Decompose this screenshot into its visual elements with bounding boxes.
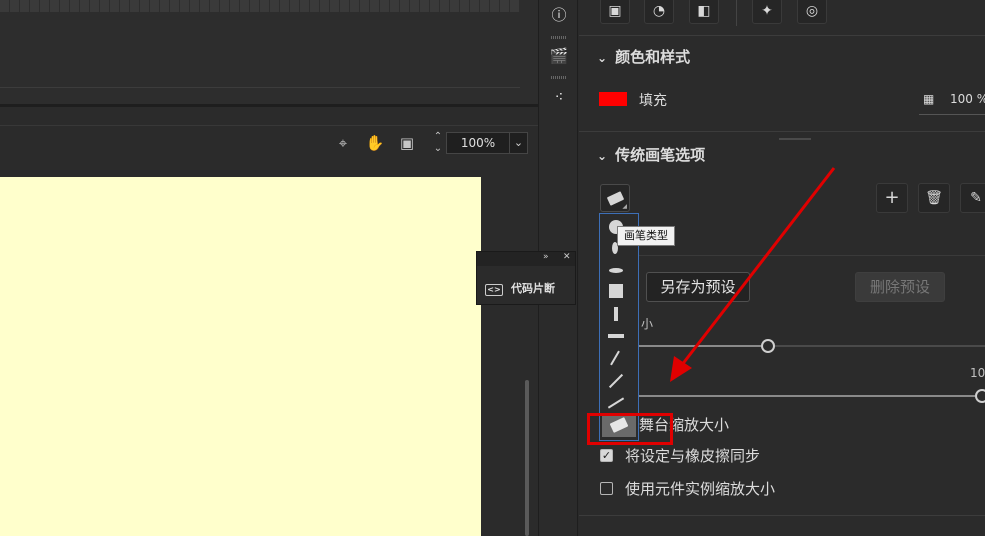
chevron-down-icon: ⌄	[597, 51, 608, 65]
annotation-arrow	[670, 167, 836, 382]
brush-slash-steep-icon[interactable]	[610, 350, 620, 366]
section-divider	[579, 515, 985, 516]
timeline-divider	[0, 87, 520, 88]
section-divider	[579, 35, 985, 36]
motion-dots-icon[interactable]: ⁖	[548, 86, 570, 108]
expand-panel-icon[interactable]: »	[543, 252, 549, 262]
smoothing-wand-icon[interactable]: ✦	[752, 0, 782, 24]
sync-eraser-label[interactable]: 将设定与橡皮擦同步	[625, 445, 760, 466]
size-label: 小	[641, 317, 654, 331]
max-value-label: 10	[970, 366, 985, 380]
clip-content-icon[interactable]: ▣	[397, 133, 417, 153]
delete-brush-icon[interactable]: 🗑	[918, 183, 950, 213]
fill-label: 填充	[639, 93, 667, 109]
opacity-value[interactable]: 100 %	[950, 92, 985, 106]
zoom-stepper-icon[interactable]: ⌃ ⌄	[428, 131, 448, 154]
brush-slash-mid-icon[interactable]	[608, 373, 624, 389]
code-snippets-panel: » ✕ <> 代码片断	[476, 251, 576, 305]
brush-type-button[interactable]: ◢	[600, 184, 630, 212]
rotate-stage-icon[interactable]: ✋	[365, 133, 385, 153]
zoom-input[interactable]: 100%	[446, 132, 510, 154]
center-stage-icon[interactable]: ⌖	[333, 133, 353, 153]
brush-ellipse-horizontal-icon[interactable]	[609, 268, 623, 273]
arrow-shaft	[676, 167, 836, 371]
sync-eraser-checkbox[interactable]: ✓	[600, 449, 613, 462]
lock-fill-icon[interactable]: ◧	[689, 0, 719, 24]
second-slider-knob[interactable]	[975, 389, 985, 403]
instance-scale-label[interactable]: 使用元件实例缩放大小	[625, 478, 775, 499]
code-snippets-title: 代码片断	[511, 282, 555, 295]
brush-horizontal-bar-icon[interactable]	[608, 334, 624, 338]
timeline-panel	[0, 0, 538, 104]
arrow-head	[670, 356, 692, 382]
second-slider-track[interactable]	[639, 395, 975, 397]
add-brush-button[interactable]: +	[876, 183, 908, 213]
edit-brush-icon[interactable]: ✎	[960, 183, 985, 213]
strip-grip[interactable]	[551, 76, 567, 79]
dropdown-corner-icon: ◢	[622, 203, 627, 210]
code-snippets-panel-header[interactable]: » ✕	[477, 252, 575, 266]
pressure-target-icon[interactable]: ◎	[797, 0, 827, 24]
color-style-title: 颜色和样式	[615, 48, 691, 66]
toolbar-divider	[736, 0, 737, 26]
opacity-underline	[919, 114, 985, 115]
panel-resize-grip[interactable]	[779, 138, 811, 140]
brush-slash-flat-icon[interactable]	[607, 397, 625, 409]
highlight-box	[587, 413, 673, 445]
brush-square-icon[interactable]	[609, 284, 623, 298]
snap-icon[interactable]: ◔	[644, 0, 674, 24]
stage-vertical-scrollbar[interactable]	[525, 380, 529, 536]
stage-canvas[interactable]	[0, 177, 481, 536]
code-snippets-tab[interactable]: <> 代码片断	[485, 280, 555, 296]
timeline-frames-strip[interactable]	[0, 0, 520, 12]
strip-grip[interactable]	[551, 36, 567, 39]
toolbar-separator	[0, 125, 538, 126]
delete-preset-button[interactable]: 删除预设	[855, 272, 945, 302]
chevron-down-icon: ⌄	[597, 149, 608, 163]
brush-vertical-bar-icon[interactable]	[614, 307, 618, 321]
instance-scale-checkbox[interactable]	[600, 482, 613, 495]
code-snippets-icon: <>	[485, 284, 503, 296]
fill-color-swatch[interactable]	[599, 92, 627, 106]
info-icon[interactable]: ⓘ	[548, 4, 570, 26]
checkerboard-icon[interactable]: ▦	[923, 92, 934, 106]
object-drawing-icon[interactable]: ▣	[600, 0, 630, 24]
close-panel-icon[interactable]: ✕	[563, 252, 571, 262]
color-style-header[interactable]: ⌄ 颜色和样式	[597, 46, 690, 67]
clapper-icon[interactable]: 🎬	[548, 45, 570, 67]
section-divider	[579, 131, 985, 132]
brush-type-list[interactable]	[599, 213, 639, 441]
zoom-dropdown-button[interactable]: ⌄	[510, 132, 528, 154]
